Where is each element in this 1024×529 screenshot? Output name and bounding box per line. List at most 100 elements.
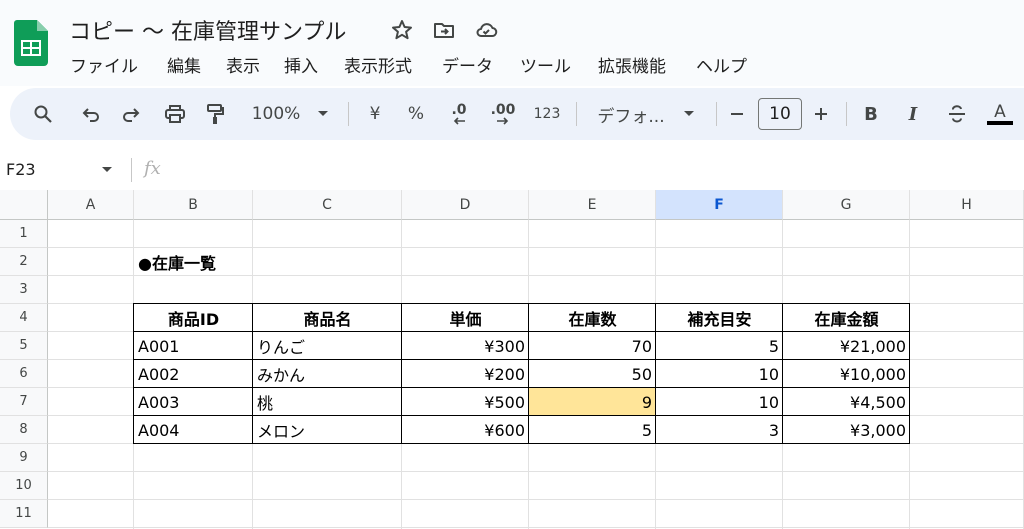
plus-icon [815, 108, 827, 120]
more-formats-button[interactable]: 123 [530, 98, 564, 130]
text-color-button[interactable]: A [986, 98, 1014, 130]
sheets-logo-icon[interactable] [14, 20, 48, 66]
percent-format-button[interactable]: % [404, 98, 428, 130]
cloud-saved-icon[interactable] [474, 18, 498, 42]
table-cell[interactable]: 10 [656, 388, 783, 416]
font-family-select[interactable]: デフォ... [594, 98, 668, 130]
column-header-d[interactable]: D [402, 190, 529, 220]
select-all-corner[interactable] [0, 190, 48, 220]
bold-button[interactable]: B [860, 98, 882, 130]
table-cell[interactable]: ¥300 [402, 332, 529, 360]
column-header-h[interactable]: H [910, 190, 1024, 220]
menu-insert[interactable]: 挿入 [284, 52, 318, 77]
toolbar-divider [348, 102, 349, 126]
italic-button[interactable]: I [902, 98, 924, 130]
spreadsheet-grid[interactable]: A B C D E F G H 1 2 3 4 5 6 7 8 9 10 11 ●在庫一覧 商品ID 商品名 単価 在庫数 補充… [0, 190, 1024, 529]
zoom-select[interactable]: 100% [248, 98, 304, 130]
grid-line [48, 499, 1024, 500]
table-cell[interactable]: りんご [253, 332, 402, 360]
star-icon[interactable] [390, 18, 414, 42]
table-cell[interactable]: 桃 [253, 388, 402, 416]
name-box[interactable]: F23 [6, 160, 36, 179]
row-header-10[interactable]: 10 [0, 472, 48, 500]
column-header-a[interactable]: A [48, 190, 134, 220]
row-header-8[interactable]: 8 [0, 416, 48, 444]
table-cell[interactable]: 70 [529, 332, 656, 360]
undo-button[interactable] [78, 98, 104, 130]
column-header-e[interactable]: E [529, 190, 656, 220]
paint-format-icon [207, 104, 224, 124]
search-menus-button[interactable] [30, 98, 56, 130]
table-header-cell[interactable]: 在庫数 [529, 304, 656, 332]
row-header-3[interactable]: 3 [0, 276, 48, 304]
chevron-down-icon[interactable] [101, 166, 113, 174]
table-cell[interactable]: A004 [134, 416, 253, 444]
font-size-input[interactable]: 10 [758, 98, 802, 130]
title-bar: コピー 〜 在庫管理サンプル ファイル 編集 表示 挿入 表示形式 データ ツー… [0, 0, 1024, 86]
zoom-dropdown-icon[interactable] [314, 98, 332, 130]
row-header-11[interactable]: 11 [0, 500, 48, 528]
column-header-g[interactable]: G [783, 190, 910, 220]
row-header-4[interactable]: 4 [0, 304, 48, 332]
redo-button[interactable] [118, 98, 144, 130]
section-title[interactable]: ●在庫一覧 [134, 248, 334, 276]
table-cell[interactable]: A002 [134, 360, 253, 388]
menu-file[interactable]: ファイル [70, 52, 138, 77]
menu-view[interactable]: 表示 [226, 52, 260, 77]
table-header-cell[interactable]: 在庫金額 [783, 304, 910, 332]
table-cell[interactable]: ¥3,000 [783, 416, 910, 444]
table-cell[interactable]: ¥600 [402, 416, 529, 444]
table-cell[interactable]: ¥4,500 [783, 388, 910, 416]
table-cell[interactable]: ¥21,000 [783, 332, 910, 360]
strikethrough-button[interactable] [944, 98, 970, 130]
table-cell[interactable]: A001 [134, 332, 253, 360]
table-cell[interactable]: ¥10,000 [783, 360, 910, 388]
paint-format-button[interactable] [202, 98, 228, 130]
menu-extensions[interactable]: 拡張機能 [598, 52, 666, 77]
menu-edit[interactable]: 編集 [167, 52, 201, 77]
table-header-cell[interactable]: 補充目安 [656, 304, 783, 332]
move-to-folder-icon[interactable] [432, 18, 456, 42]
row-header-1[interactable]: 1 [0, 220, 48, 248]
table-cell[interactable]: ¥200 [402, 360, 529, 388]
column-header-f[interactable]: F [656, 190, 783, 220]
minus-icon [731, 113, 743, 115]
document-title[interactable]: コピー 〜 在庫管理サンプル [69, 14, 346, 46]
table-cell[interactable]: 3 [656, 416, 783, 444]
table-cell[interactable]: 5 [529, 416, 656, 444]
row-header-7[interactable]: 7 [0, 388, 48, 416]
increase-font-size-button[interactable] [810, 98, 832, 130]
table-cell[interactable]: ¥500 [402, 388, 529, 416]
menu-tools[interactable]: ツール [520, 52, 571, 77]
menu-help[interactable]: ヘルプ [696, 52, 747, 77]
menu-data[interactable]: データ [442, 52, 493, 77]
currency-format-button[interactable]: ¥ [364, 98, 386, 130]
font-dropdown-icon[interactable] [680, 98, 698, 130]
table-header-cell[interactable]: 単価 [402, 304, 529, 332]
row-header-5[interactable]: 5 [0, 332, 48, 360]
table-header-cell[interactable]: 商品名 [253, 304, 402, 332]
decrease-font-size-button[interactable] [726, 98, 748, 130]
undo-icon [82, 108, 99, 122]
column-header-c[interactable]: C [253, 190, 402, 220]
table-cell[interactable]: 9 [529, 388, 656, 416]
menu-format[interactable]: 表示形式 [344, 52, 412, 77]
increase-decimal-button[interactable]: .00 [486, 98, 520, 130]
table-cell[interactable]: メロン [253, 416, 402, 444]
table-cell[interactable]: A003 [134, 388, 253, 416]
decrease-decimal-button[interactable]: .0 [444, 98, 474, 130]
print-button[interactable] [162, 98, 188, 130]
table-cell[interactable]: みかん [253, 360, 402, 388]
strikethrough-icon [949, 105, 965, 123]
table-cell[interactable]: 10 [656, 360, 783, 388]
print-icon [165, 105, 185, 123]
row-header-6[interactable]: 6 [0, 360, 48, 388]
table-cell[interactable]: 50 [529, 360, 656, 388]
row-header-2[interactable]: 2 [0, 248, 48, 276]
grid-line [48, 471, 1024, 472]
column-header-b[interactable]: B [134, 190, 253, 220]
table-cell[interactable]: 5 [656, 332, 783, 360]
toolbar-divider [576, 102, 577, 126]
table-header-cell[interactable]: 商品ID [134, 304, 253, 332]
row-header-9[interactable]: 9 [0, 444, 48, 472]
